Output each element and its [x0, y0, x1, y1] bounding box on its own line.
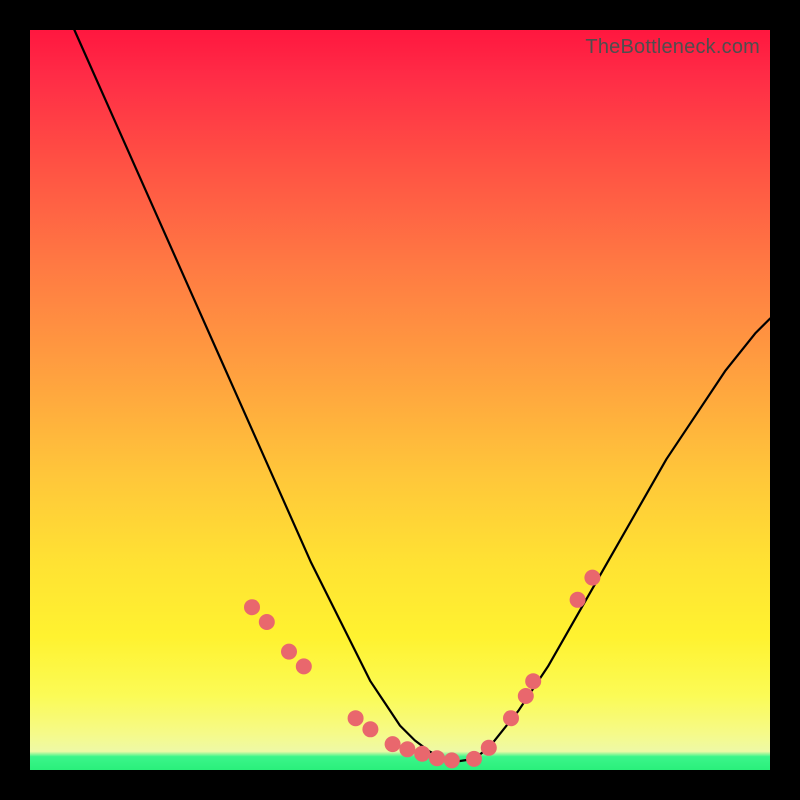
highlight-point: [518, 688, 534, 704]
chart-svg: [30, 30, 770, 770]
highlight-point: [429, 750, 445, 766]
highlight-point: [444, 752, 460, 768]
highlight-point: [296, 658, 312, 674]
chart-frame: TheBottleneck.com: [0, 0, 800, 800]
highlight-point: [570, 592, 586, 608]
highlight-point: [503, 710, 519, 726]
highlight-point: [481, 740, 497, 756]
highlight-point: [584, 570, 600, 586]
highlight-point: [362, 721, 378, 737]
highlight-point: [281, 644, 297, 660]
highlight-point: [399, 741, 415, 757]
highlight-point: [414, 746, 430, 762]
highlight-point: [385, 736, 401, 752]
highlight-point: [244, 599, 260, 615]
highlight-point: [525, 673, 541, 689]
plot-area: TheBottleneck.com: [30, 30, 770, 770]
bottleneck-curve: [74, 30, 770, 761]
highlight-point: [259, 614, 275, 630]
highlight-point: [466, 751, 482, 767]
highlight-point: [348, 710, 364, 726]
